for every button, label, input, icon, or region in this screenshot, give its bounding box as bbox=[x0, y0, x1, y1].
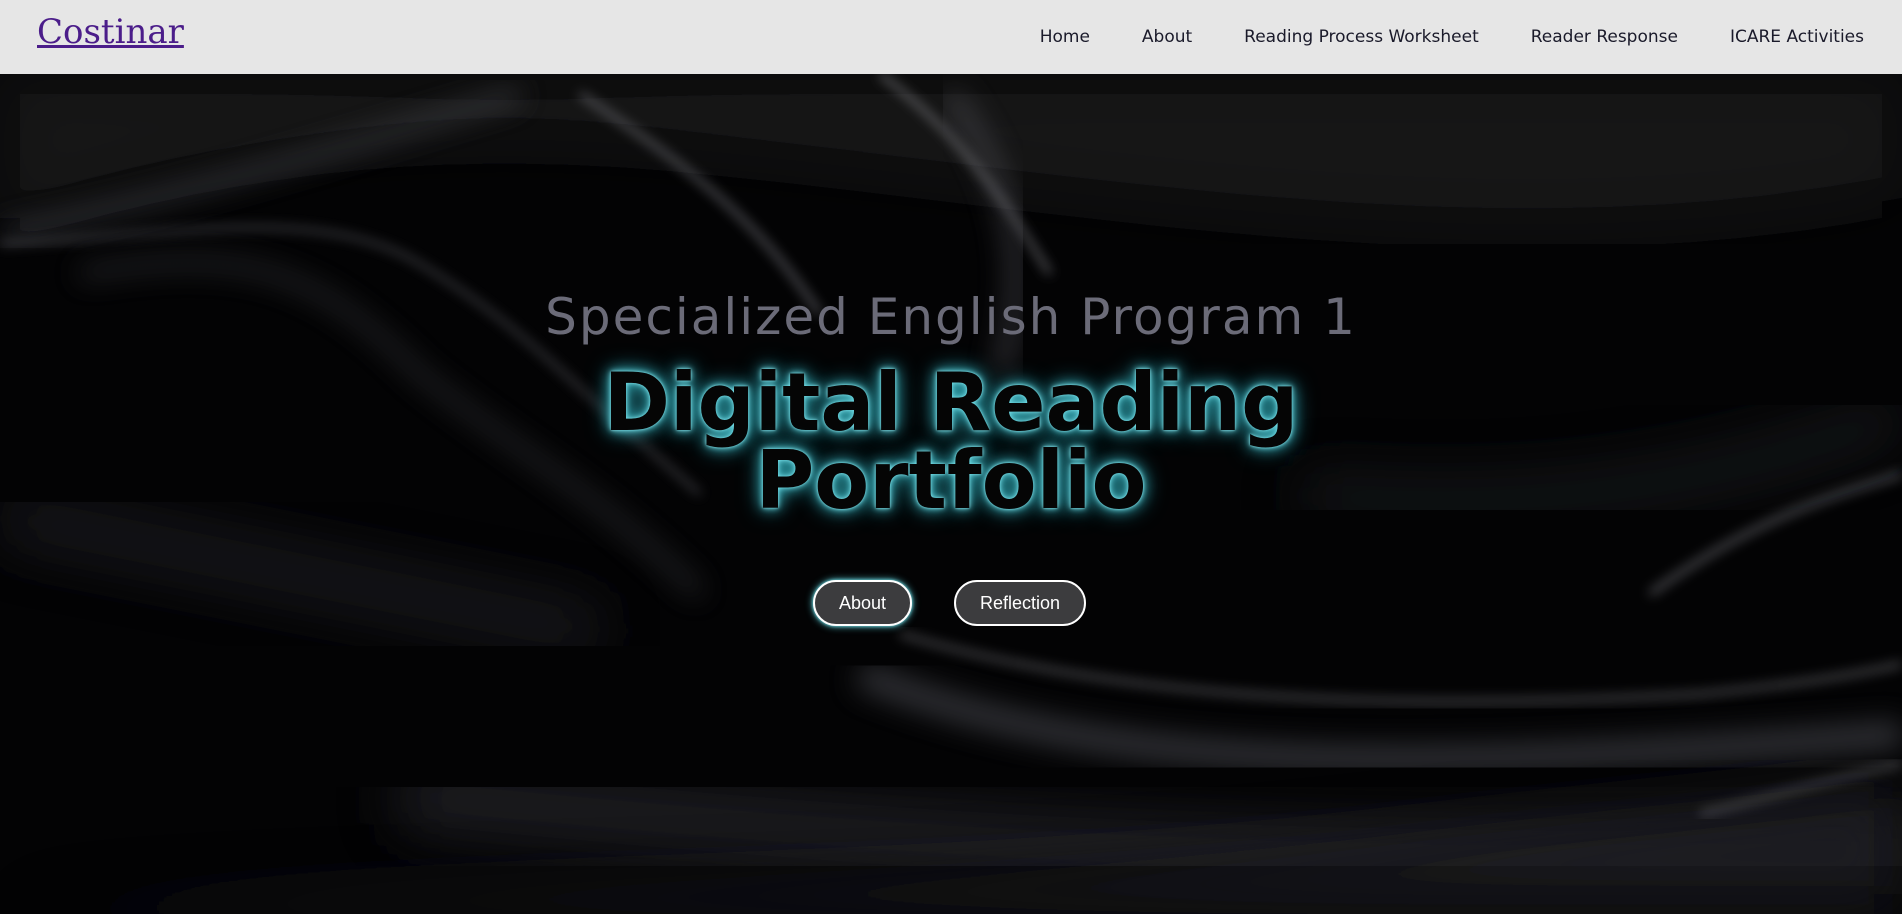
nav-link-home[interactable]: Home bbox=[1040, 27, 1090, 47]
brand-logo-link[interactable]: Costinar bbox=[37, 12, 184, 52]
nav-menu: Home About Reading Process Worksheet Rea… bbox=[988, 0, 1864, 74]
nav-link-icare-activities[interactable]: ICARE Activities bbox=[1730, 27, 1864, 47]
hero-title: Digital Reading Portfolio bbox=[0, 356, 1902, 527]
about-button[interactable]: About bbox=[813, 580, 912, 626]
hero-title-line-2: Portfolio bbox=[755, 434, 1147, 527]
nav-link-reading-process-worksheet[interactable]: Reading Process Worksheet bbox=[1244, 27, 1479, 47]
top-navbar: Costinar Home About Reading Process Work… bbox=[0, 0, 1902, 74]
hero-button-row: About Reflection bbox=[0, 580, 1902, 630]
nav-link-reader-response[interactable]: Reader Response bbox=[1531, 27, 1678, 47]
hero-subtitle: Specialized English Program 1 bbox=[545, 288, 1357, 346]
hero-title-line-1: Digital Reading bbox=[603, 356, 1299, 449]
reflection-button[interactable]: Reflection bbox=[954, 580, 1086, 626]
hero-section: Specialized English Program 1 Digital Re… bbox=[0, 74, 1902, 914]
nav-link-about[interactable]: About bbox=[1142, 27, 1192, 47]
